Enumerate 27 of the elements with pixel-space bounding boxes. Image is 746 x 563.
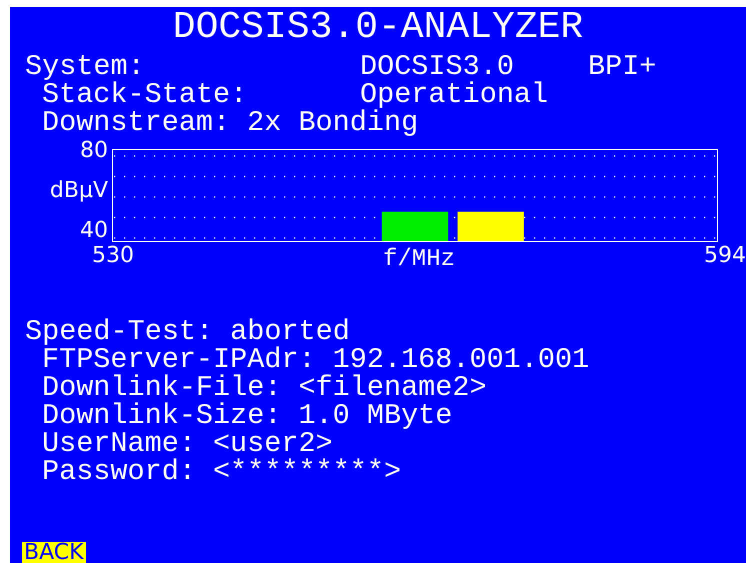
axis-tick-label: 40 <box>80 219 108 243</box>
field-label: FTPServer-IPAdr: <box>42 346 316 374</box>
field-label: Downstream: <box>42 109 230 137</box>
axis-title: dBµV <box>50 179 108 203</box>
field-value: 2x Bonding <box>247 109 418 137</box>
field-value: 1.0 MByte <box>298 402 452 430</box>
back-button[interactable]: BACK <box>22 542 86 563</box>
field-value: <filename2> <box>298 374 487 402</box>
field-value: Operational <box>360 81 550 109</box>
field-label: UserName: <box>42 430 196 458</box>
field-label: Downlink-File: <box>42 374 282 402</box>
field-value: <user2> <box>212 430 333 458</box>
axis-tick-label: 530 <box>92 244 134 270</box>
screen-title: DOCSIS3.0-ANALYZER <box>172 7 584 48</box>
field-value: DOCSIS3.0 <box>360 53 514 81</box>
field-label: Stack-State: <box>42 81 248 109</box>
axis-tick-label: 80 <box>80 139 108 163</box>
field-value: <*********> <box>212 458 402 486</box>
axis-title: f/MHz <box>382 248 455 272</box>
status-value: aborted <box>230 318 350 346</box>
axis-tick-label: 594 <box>704 244 746 270</box>
field-value: BPI+ <box>588 53 658 81</box>
field-label: Speed-Test: <box>25 318 214 346</box>
field-label: Password: <box>42 458 196 486</box>
field-label: Downlink-Size: <box>42 402 282 430</box>
field-label: System: <box>25 53 145 81</box>
field-value: 192.168.001.001 <box>332 346 590 374</box>
